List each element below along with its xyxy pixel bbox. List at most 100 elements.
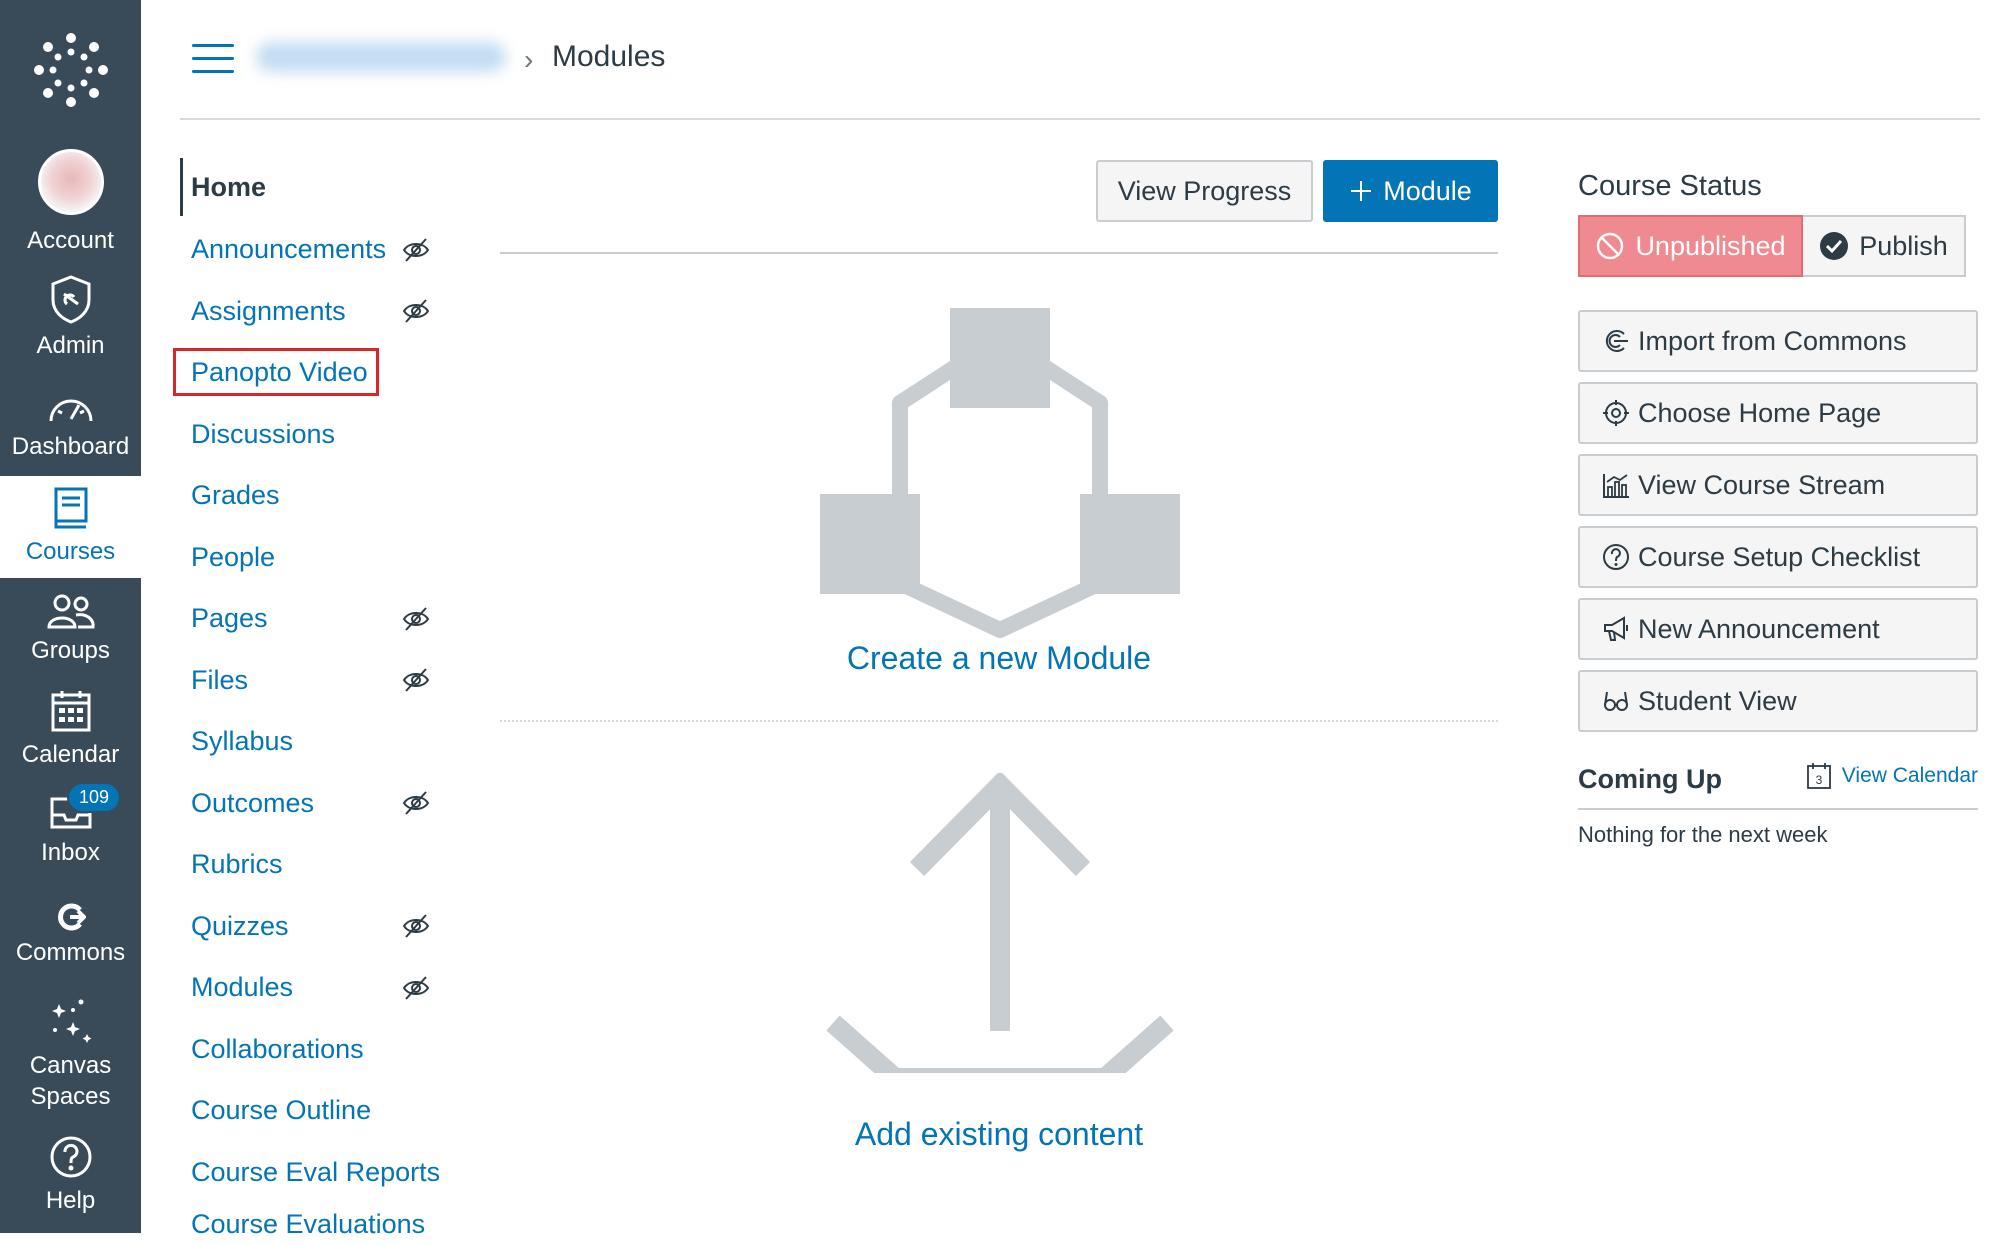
shield-icon xyxy=(51,275,90,325)
choose-home-page-button[interactable]: Choose Home Page xyxy=(1578,382,1978,444)
course-nav-label: Collaborations xyxy=(191,1033,364,1064)
module-structure-icon xyxy=(820,308,1180,638)
highlight-box xyxy=(173,348,379,396)
course-nav-assignments[interactable]: Assignments xyxy=(180,281,450,343)
help-icon xyxy=(50,1136,91,1178)
view-course-stream-button[interactable]: View Course Stream xyxy=(1578,454,1978,516)
course-nav-label: Announcements xyxy=(191,234,387,265)
global-navigation: Account Admin Dashboard Courses Groups C… xyxy=(0,0,141,1233)
calendar-day-number: 3 xyxy=(1815,773,1822,787)
course-status-title: Course Status xyxy=(1578,170,1762,202)
dashboard-icon xyxy=(49,399,92,422)
hidden-eye-icon xyxy=(402,299,430,323)
ban-icon xyxy=(1597,232,1624,260)
course-nav-label: Rubrics xyxy=(191,849,283,880)
target-icon xyxy=(1603,400,1629,426)
add-module-button[interactable]: Module xyxy=(1323,160,1498,222)
nav-account-label: Account xyxy=(27,227,114,255)
choose-home-page-label: Choose Home Page xyxy=(1638,397,1882,428)
course-nav-announcements[interactable]: Announcements xyxy=(180,219,450,281)
course-nav-label: Grades xyxy=(191,480,280,511)
hidden-eye-icon xyxy=(402,607,430,631)
import-from-commons-label: Import from Commons xyxy=(1638,325,1907,356)
nav-calendar[interactable]: Calendar xyxy=(0,680,141,780)
unpublished-label: Unpublished xyxy=(1635,230,1786,261)
coming-up-title: Coming Up xyxy=(1578,764,1722,794)
course-setup-checklist-button[interactable]: Course Setup Checklist xyxy=(1578,526,1978,588)
student-view-button[interactable]: Student View xyxy=(1578,670,1978,732)
nav-account[interactable]: Account xyxy=(0,148,141,258)
course-nav-course-outline[interactable]: Course Outline xyxy=(180,1080,450,1142)
course-nav-course-eval-reports[interactable]: Course Eval Reports xyxy=(180,1142,450,1204)
nav-inbox[interactable]: 109 Inbox xyxy=(0,780,141,880)
course-nav-label: Assignments xyxy=(191,295,346,326)
course-nav-label: Files xyxy=(191,664,249,695)
add-existing-content-link[interactable]: Add existing content xyxy=(500,1116,1498,1153)
course-nav-rubrics[interactable]: Rubrics xyxy=(180,834,450,896)
megaphone-icon xyxy=(1604,616,1628,641)
inbox-unread-badge: 109 xyxy=(67,782,122,814)
nav-admin-label: Admin xyxy=(36,332,105,360)
nav-dashboard[interactable]: Dashboard xyxy=(0,378,141,474)
view-progress-button[interactable]: View Progress xyxy=(1096,160,1313,222)
course-nav-course-evaluations[interactable]: Course Evaluations xyxy=(180,1203,450,1245)
section-divider xyxy=(500,720,1498,722)
course-nav-outcomes[interactable]: Outcomes xyxy=(180,773,450,835)
sparkles-icon xyxy=(51,999,91,1043)
new-announcement-button[interactable]: New Announcement xyxy=(1578,598,1978,660)
course-nav-discussions[interactable]: Discussions xyxy=(180,404,450,466)
plus-icon xyxy=(1351,181,1372,201)
course-nav-collaborations[interactable]: Collaborations xyxy=(180,1019,450,1081)
course-nav-quizzes[interactable]: Quizzes xyxy=(180,896,450,958)
course-nav-label: Quizzes xyxy=(191,910,289,941)
calendar-icon xyxy=(51,691,90,732)
breadcrumb-course-link[interactable] xyxy=(256,42,506,72)
course-nav-label: Syllabus xyxy=(191,726,294,757)
nav-admin[interactable]: Admin xyxy=(0,268,141,368)
course-navigation: Home Announcements Assignments Panopto V… xyxy=(173,158,450,1245)
hidden-eye-icon xyxy=(402,791,430,815)
hidden-eye-icon xyxy=(402,976,430,1000)
course-setup-checklist-label: Course Setup Checklist xyxy=(1638,541,1921,572)
hidden-eye-icon xyxy=(402,668,430,692)
book-icon xyxy=(54,487,87,529)
course-nav-label: Modules xyxy=(191,972,294,1003)
course-nav-label: Pages xyxy=(191,603,268,634)
course-nav-modules[interactable]: Modules xyxy=(180,957,450,1019)
nav-commons-label: Commons xyxy=(15,939,126,967)
view-calendar-link[interactable]: 3 View Calendar xyxy=(1806,762,1978,790)
nav-help[interactable]: Help xyxy=(0,1126,141,1226)
nav-canvas-spaces[interactable]: Canvas Spaces xyxy=(0,990,141,1118)
hamburger-menu-icon[interactable] xyxy=(192,44,234,74)
course-nav-files[interactable]: Files xyxy=(180,650,450,712)
groups-icon xyxy=(46,594,95,629)
course-nav-people[interactable]: People xyxy=(180,527,450,589)
calendar-day-icon: 3 xyxy=(1806,763,1831,789)
hidden-eye-icon xyxy=(402,914,430,938)
canvas-logo[interactable] xyxy=(0,0,141,140)
course-nav-label: Course Evaluations xyxy=(191,1209,426,1239)
breadcrumb-current: Modules xyxy=(552,40,666,73)
view-calendar-label: View Calendar xyxy=(1841,764,1978,787)
publish-status-group: Unpublished Publish xyxy=(1578,215,1966,277)
course-nav-pages[interactable]: Pages xyxy=(180,588,450,650)
nav-groups[interactable]: Groups xyxy=(0,584,141,676)
unpublished-button[interactable]: Unpublished xyxy=(1578,215,1803,277)
upload-arrow-icon xyxy=(826,773,1174,1073)
commons-icon xyxy=(57,903,86,931)
modules-main: View Progress Module Create a new Module… xyxy=(500,158,1498,1233)
create-module-link[interactable]: Create a new Module xyxy=(500,640,1498,677)
import-from-commons-button[interactable]: Import from Commons xyxy=(1578,310,1978,372)
course-nav-grades[interactable]: Grades xyxy=(180,465,450,527)
course-nav-label: Home xyxy=(191,171,267,202)
course-nav-panopto-video[interactable]: Panopto Video xyxy=(173,342,450,404)
publish-button[interactable]: Publish xyxy=(1803,215,1966,277)
course-nav-home[interactable]: Home xyxy=(180,158,450,216)
nav-courses[interactable]: Courses xyxy=(0,476,141,578)
question-icon xyxy=(1603,544,1629,570)
nav-help-label: Help xyxy=(45,1187,96,1215)
nav-commons[interactable]: Commons xyxy=(0,890,141,982)
nav-canvas-spaces-label: Canvas Spaces xyxy=(29,1051,112,1110)
course-nav-syllabus[interactable]: Syllabus xyxy=(180,711,450,773)
header-divider xyxy=(180,118,1980,120)
